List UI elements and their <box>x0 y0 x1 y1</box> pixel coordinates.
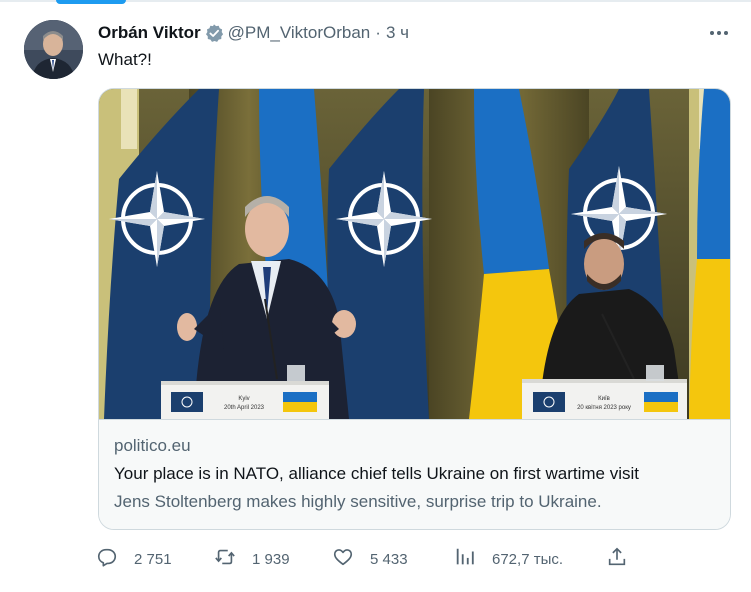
repost-count: 1 939 <box>252 550 290 568</box>
like-count: 5 433 <box>370 550 408 568</box>
repost-icon <box>214 546 236 573</box>
card-image: Kyiv 20th April 2023 Київ 20 квітня 2023… <box>99 89 730 419</box>
author-handle[interactable]: @PM_ViktorOrban <box>228 23 371 43</box>
podium-left-date: 20th April 2023 <box>224 405 265 411</box>
repost-button[interactable]: 1 939 <box>214 545 290 573</box>
active-tab-indicator <box>56 0 126 4</box>
podium-left-city: Kyiv <box>238 396 249 402</box>
reply-icon <box>96 546 118 573</box>
like-button[interactable]: 5 433 <box>332 545 408 573</box>
tweet-page: Orbán Viktor @PM_ViktorOrban · 3 ч What?… <box>0 0 751 592</box>
views-chart-icon <box>454 546 476 573</box>
tweet-timestamp[interactable]: 3 ч <box>386 23 409 43</box>
card-title: Your place is in NATO, alliance chief te… <box>114 464 639 483</box>
reply-button[interactable]: 2 751 <box>96 545 172 573</box>
avatar[interactable] <box>24 20 83 79</box>
tweet-actions: 2 751 1 939 5 433 672,7 тыс. <box>96 545 636 573</box>
link-card[interactable]: Kyiv 20th April 2023 Київ 20 квітня 2023… <box>98 88 731 530</box>
more-options-button[interactable] <box>704 22 734 44</box>
more-dots-icon <box>710 31 714 35</box>
share-icon <box>606 546 628 573</box>
views-button[interactable]: 672,7 тыс. <box>454 545 563 573</box>
card-domain: politico.eu <box>114 436 191 455</box>
avatar-photo <box>24 20 83 79</box>
views-count: 672,7 тыс. <box>492 550 564 568</box>
tweet-text: What?! <box>98 50 152 69</box>
heart-icon <box>332 546 354 573</box>
separator-dot: · <box>375 23 381 42</box>
tweet-header: Orbán Viktor @PM_ViktorOrban · 3 ч <box>98 21 409 45</box>
card-description: Jens Stoltenberg makes highly sensitive,… <box>114 492 602 511</box>
podium-right-date: 20 квітня 2023 року <box>577 405 631 411</box>
share-button[interactable] <box>606 545 628 573</box>
reply-count: 2 751 <box>134 550 172 568</box>
verified-badge-icon <box>204 23 224 43</box>
author-name[interactable]: Orbán Viktor <box>98 23 201 43</box>
card-meta: politico.eu Your place is in NATO, allia… <box>99 419 730 529</box>
podium-right-city: Київ <box>598 396 610 402</box>
